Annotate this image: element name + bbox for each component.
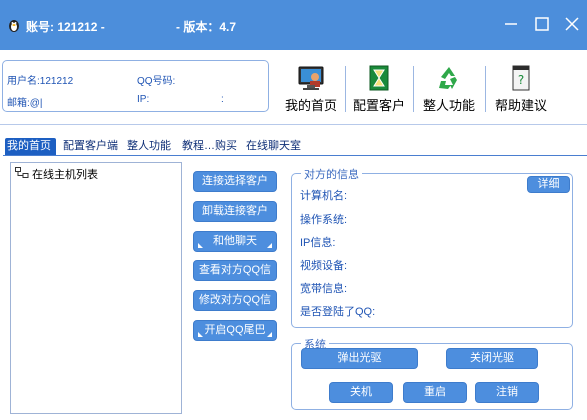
toolbar-prank-button[interactable]: 整人功能 [417,64,481,114]
eject-cd-button[interactable]: 弹出光驱 [301,348,418,369]
modify-qq-button[interactable]: 修改对方QQ信息 [193,290,277,325]
monitor-user-icon [298,66,324,90]
close-cd-button[interactable]: 关闭光驱 [446,348,538,369]
main-toolbar: 我的首页 配置客户 整人功能 ? 帮助建议 [275,64,587,116]
tab-prank[interactable]: 整人功能 [125,138,173,156]
qq-tail-button[interactable]: 开启QQ尾巴 [193,320,277,341]
hourglass-icon [369,65,389,91]
toolbar-config-label: 配置客户 [352,98,405,113]
toolbar-home-button[interactable]: 我的首页 [279,64,343,114]
toolbar-config-button[interactable]: 配置客户 [349,64,409,114]
toolbar-home-label: 我的首页 [284,98,337,113]
dropdown-corner-icon [198,243,203,248]
qq-number-label: QQ号码: [137,76,176,87]
chat-button[interactable]: 和他聊天 [193,231,277,252]
broadband-info-label: 宽带信息: [300,283,348,295]
maximize-icon[interactable] [532,14,552,34]
username-label: 用户名:121212 [7,76,74,87]
qq-logged-in-label: 是否登陆了QQ: [300,306,376,318]
restart-button[interactable]: 重启 [403,382,467,403]
recycle-icon [439,67,457,89]
system-group: 系统 弹出光驱 关闭光驱 关机 重启 注销 [291,336,573,410]
dropdown-corner-icon [267,332,272,337]
view-qq-button[interactable]: 查看对方QQ信息 [193,260,277,295]
tab-home[interactable]: 我的首页 [5,138,56,156]
video-device-label: 视频设备: [300,260,348,272]
account-label: 账号: 121212 - [26,20,105,34]
close-icon[interactable] [562,14,582,34]
version-label: - 版本：4.7 [176,20,237,34]
qq-tail-button-label: 开启QQ尾巴 [204,324,266,336]
ip-separator: : [221,94,224,105]
toolbar-help-label: 帮助建议 [494,98,547,113]
toolbar-separator [345,66,346,112]
toolbar-separator [413,66,414,112]
computer-name-label: 计算机名: [300,190,348,202]
dropdown-corner-icon [198,332,203,337]
toolbar-help-button[interactable]: ? 帮助建议 [489,64,553,114]
unload-client-button[interactable]: 卸载连接客户 [193,201,277,222]
ip-info-label: IP信息: [300,237,336,249]
svg-text:?: ? [518,73,524,87]
network-tree-icon [15,167,29,178]
chat-button-label: 和他聊天 [213,235,257,247]
minimize-icon[interactable] [501,14,521,34]
tab-tutorial-buy[interactable]: 教程…购买 [180,138,239,156]
detail-button[interactable]: 详细 [527,176,570,193]
title-bar: 账号: 121212 - - 版本：4.7 [0,0,587,50]
os-label: 操作系统: [300,214,348,226]
tab-chatroom[interactable]: 在线聊天室 [244,138,303,156]
tab-underline [3,155,587,156]
peer-info-group: 对方的信息 详细 计算机名: 操作系统: IP信息: 视频设备: 宽带信息: 是… [291,166,573,328]
toolbar-prank-label: 整人功能 [422,98,475,113]
logoff-button[interactable]: 注销 [475,382,539,403]
host-tree[interactable]: 在线主机列表 [10,162,182,414]
dropdown-corner-icon [267,243,272,248]
tab-client-config[interactable]: 配置客户端 [61,138,120,156]
ip-label: IP: [137,94,150,105]
email-label: 邮箱:@| [7,98,43,109]
toolbar-separator [485,66,486,112]
document-help-icon: ? [512,65,530,91]
user-info-panel: 用户名:121212 QQ号码: 邮箱:@| IP: : [2,60,269,112]
penguin-icon [9,20,19,32]
tree-root-label[interactable]: 在线主机列表 [32,166,98,182]
shutdown-button[interactable]: 关机 [329,382,393,403]
connect-client-button[interactable]: 连接选择客户 [193,171,277,192]
peer-info-legend: 对方的信息 [301,166,362,182]
header-divider [0,124,587,125]
